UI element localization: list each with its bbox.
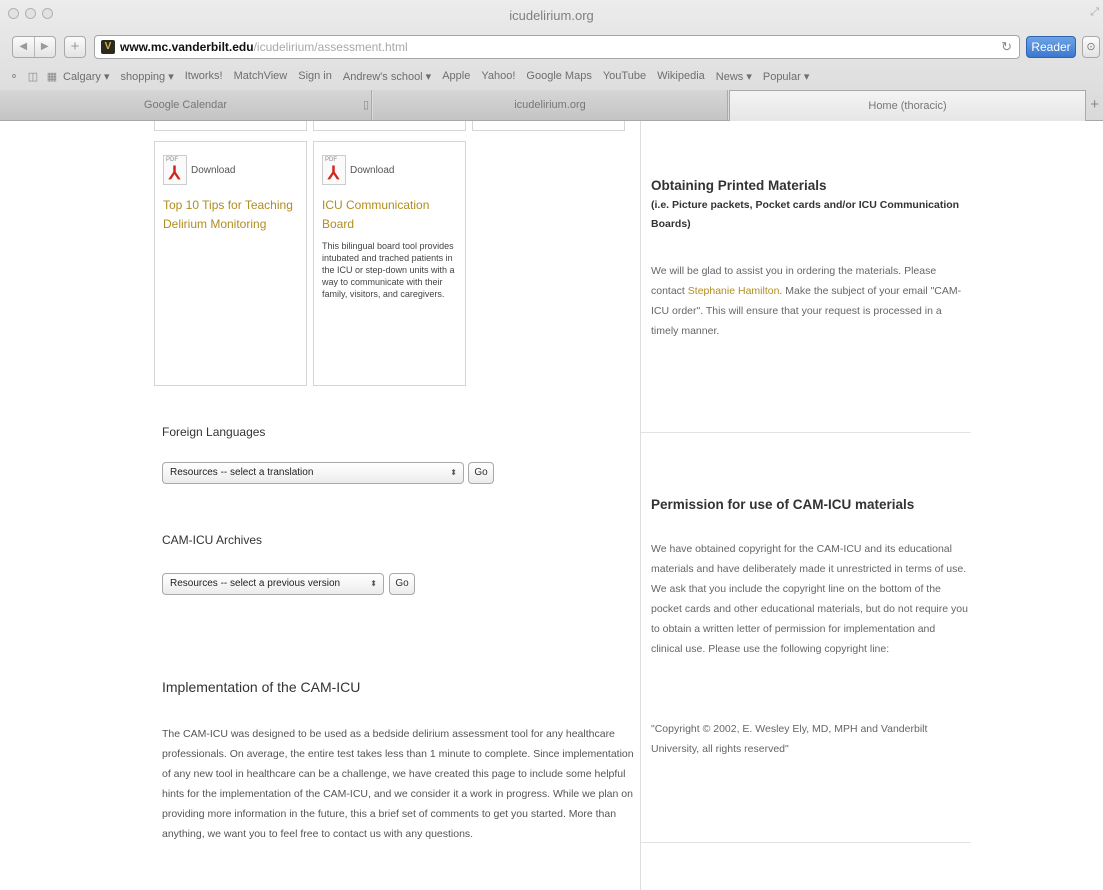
tab-bar: Google Calendar ▯ icudelirium.org Home (…	[0, 90, 1103, 121]
sidebar: Obtaining Printed Materials (i.e. Pictur…	[640, 121, 971, 890]
top-sites-icon[interactable]: ▦	[44, 70, 60, 83]
downloads-button[interactable]: ⊙	[1082, 36, 1100, 58]
select-arrows-icon: ⬍	[370, 579, 377, 588]
download-label: Download	[350, 164, 395, 176]
tab-label: icudelirium.org	[514, 99, 586, 111]
show-bookmarks-icon[interactable]: ◫	[25, 70, 41, 83]
bookmark-item[interactable]: News ▾	[716, 70, 752, 83]
translation-go-button[interactable]: Go	[468, 462, 494, 484]
card-stub	[472, 121, 625, 131]
permission-block: Permission for use of CAM-ICU materials …	[641, 433, 971, 843]
download-card-communication-board: PDF ⅄ Download ICU Communication Board T…	[313, 141, 466, 386]
bookmark-item[interactable]: Google Maps	[526, 70, 591, 83]
bookmark-item[interactable]: shopping ▾	[120, 70, 173, 83]
printed-materials-block: Obtaining Printed Materials (i.e. Pictur…	[641, 121, 971, 433]
bookmark-item[interactable]: Popular ▾	[763, 70, 810, 83]
window-title: icudelirium.org	[509, 8, 594, 23]
address-bar[interactable]: V www.mc.vanderbilt.edu /icudelirium/ass…	[94, 35, 1020, 59]
url-host: www.mc.vanderbilt.edu	[120, 40, 254, 54]
archives-label: CAM-ICU Archives	[162, 533, 263, 547]
tab-icudelirium[interactable]: icudelirium.org	[373, 90, 728, 120]
bookmarks-bar: ⚬ ◫ ▦ Calgary ▾ shopping ▾ Itworks! MatchVi…	[0, 64, 1103, 88]
back-button[interactable]: ◀	[13, 37, 34, 57]
bookmark-item[interactable]: MatchView	[234, 70, 288, 83]
previous-version-select[interactable]: Resources -- select a previous version ⬍	[162, 573, 384, 595]
select-value: Resources -- select a translation	[170, 467, 314, 478]
permission-text: We have obtained copyright for the CAM-I…	[651, 543, 968, 655]
bookmark-item[interactable]: Itworks!	[185, 70, 223, 83]
bookmark-list: Calgary ▾ shopping ▾ Itworks! MatchView Sign…	[63, 70, 820, 83]
main-column: PDF ⅄ Download Top 10 Tips for Teaching …	[0, 121, 640, 890]
download-link[interactable]: PDF ⅄ Download	[163, 152, 298, 188]
reload-icon[interactable]: ↻	[1001, 39, 1012, 55]
contact-link[interactable]: Stephanie Hamilton	[688, 285, 780, 297]
tab-google-calendar[interactable]: Google Calendar	[0, 90, 372, 120]
browser-chrome: icudelirium.org ⤢ ◀ ▶ + V www.mc.vanderb…	[0, 0, 1103, 121]
permission-heading: Permission for use of CAM-ICU materials	[651, 497, 915, 512]
download-card-tips: PDF ⅄ Download Top 10 Tips for Teaching …	[154, 141, 307, 386]
download-link[interactable]: PDF ⅄ Download	[322, 152, 457, 188]
tab-label: Home (thoracic)	[868, 100, 947, 112]
card-stub	[313, 121, 466, 131]
bookmark-item[interactable]: Andrew's school ▾	[343, 70, 431, 83]
pdf-icon: PDF ⅄	[322, 155, 346, 185]
select-value: Resources -- select a previous version	[170, 578, 341, 589]
pdf-icon: PDF ⅄	[163, 155, 187, 185]
bookmark-item[interactable]: Sign in	[298, 70, 332, 83]
bookmark-item[interactable]: Wikipedia	[657, 70, 705, 83]
page-content: PDF ⅄ Download Top 10 Tips for Teaching …	[0, 121, 1103, 890]
back-forward-buttons: ◀ ▶	[12, 36, 56, 58]
foreign-languages-label: Foreign Languages	[162, 425, 266, 439]
bookmark-item[interactable]: Calgary ▾	[63, 70, 109, 83]
printed-materials-subheading: (i.e. Picture packets, Pocket cards and/…	[651, 199, 960, 230]
fullscreen-icon[interactable]: ⤢	[1090, 6, 1099, 19]
translation-select[interactable]: Resources -- select a translation ⬍	[162, 462, 464, 484]
title-bar: icudelirium.org ⤢	[0, 0, 1103, 30]
url-path: /icudelirium/assessment.html	[253, 40, 408, 54]
tab-home-thoracic[interactable]: Home (thoracic)	[729, 90, 1086, 121]
archives-go-button[interactable]: Go	[389, 573, 415, 595]
card-title-link[interactable]: Top 10 Tips for Teaching Delirium Monito…	[163, 196, 298, 234]
card-title-link[interactable]: ICU Communication Board	[322, 196, 457, 234]
implementation-text: The CAM-ICU was designed to be used as a…	[162, 728, 634, 840]
bookmark-item[interactable]: YouTube	[603, 70, 646, 83]
new-tab-button[interactable]: +	[1090, 96, 1099, 113]
select-arrows-icon: ⬍	[450, 468, 457, 477]
toolbar: ◀ ▶ + V www.mc.vanderbilt.edu /icudeliri…	[0, 32, 1103, 62]
site-favicon-icon: V	[101, 40, 115, 54]
bookmark-item[interactable]: Apple	[442, 70, 470, 83]
printed-materials-heading: Obtaining Printed Materials	[651, 178, 827, 193]
copyright-line: "Copyright © 2002, E. Wesley Ely, MD, MP…	[651, 723, 928, 755]
card-stub	[154, 121, 307, 131]
bookmark-item[interactable]: Yahoo!	[481, 70, 515, 83]
implementation-heading: Implementation of the CAM-ICU	[162, 679, 361, 695]
reading-list-icon[interactable]: ⚬	[6, 70, 22, 83]
printed-materials-text: We will be glad to assist you in orderin…	[651, 261, 969, 341]
tab-label: Google Calendar	[143, 99, 228, 111]
add-bookmark-button[interactable]: +	[64, 36, 86, 58]
download-label: Download	[191, 164, 236, 176]
forward-button[interactable]: ▶	[33, 37, 56, 57]
tab-page-icon: ▯	[363, 99, 370, 111]
reader-button[interactable]: Reader	[1026, 36, 1076, 58]
card-description: This bilingual board tool provides intub…	[322, 241, 455, 299]
